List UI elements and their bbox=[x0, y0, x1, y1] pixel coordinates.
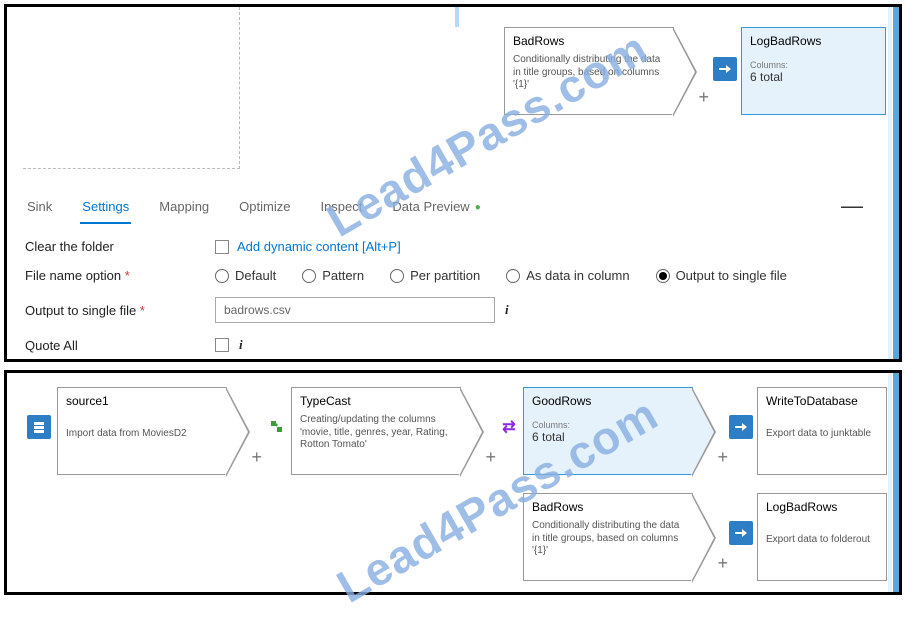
add-step-icon[interactable]: + bbox=[251, 447, 262, 468]
radio-label: As data in column bbox=[526, 268, 629, 283]
dataflow-canvas-top[interactable]: BadRows Conditionally distributing the d… bbox=[7, 7, 899, 187]
node-desc: Import data from MoviesD2 bbox=[58, 410, 226, 445]
node-logbadrows[interactable]: LogBadRows Columns: 6 total bbox=[741, 27, 886, 115]
settings-panel: Clear the folder Add dynamic content [Al… bbox=[7, 224, 899, 370]
columns-label: Columns: bbox=[742, 50, 885, 70]
quote-all-checkbox[interactable] bbox=[215, 338, 229, 352]
derived-column-icon bbox=[265, 415, 289, 439]
add-step-icon[interactable]: + bbox=[485, 447, 496, 468]
collapse-icon[interactable]: — bbox=[841, 193, 863, 224]
node-desc: Export data to junktable bbox=[758, 410, 886, 445]
node-title: WriteToDatabase bbox=[758, 388, 886, 410]
node-logbadrows[interactable]: LogBadRows Export data to folderout bbox=[757, 493, 887, 581]
dataflow-canvas-bottom[interactable]: source1 Import data from MoviesD2 + Type… bbox=[7, 373, 899, 592]
node-badrows[interactable]: BadRows Conditionally distributing the d… bbox=[523, 493, 693, 581]
tab-settings[interactable]: Settings bbox=[80, 193, 131, 224]
radio-label: Output to single file bbox=[676, 268, 787, 283]
add-step-icon[interactable]: + bbox=[717, 553, 728, 574]
radio-pattern[interactable]: Pattern bbox=[302, 268, 364, 283]
node-title: LogBadRows bbox=[758, 494, 886, 516]
info-icon[interactable]: i bbox=[239, 337, 243, 353]
output-single-file-label: Output to single file bbox=[25, 303, 215, 318]
conditional-split-icon: ⇄ bbox=[497, 415, 521, 439]
node-title: BadRows bbox=[524, 494, 692, 516]
node-title: LogBadRows bbox=[742, 28, 885, 50]
node-desc: Creating/updating the columns 'movie, ti… bbox=[292, 410, 460, 456]
node-desc: Conditionally distributing the data in t… bbox=[505, 50, 673, 96]
tab-data-preview[interactable]: Data Preview bbox=[390, 193, 482, 224]
file-name-option-label: File name option bbox=[25, 268, 215, 283]
sink-icon bbox=[729, 521, 753, 545]
status-dot-icon bbox=[470, 199, 481, 214]
add-dynamic-content-link[interactable]: Add dynamic content [Alt+P] bbox=[237, 239, 401, 254]
placeholder-box bbox=[23, 7, 240, 169]
node-goodrows[interactable]: GoodRows Columns: 6 total + bbox=[523, 387, 693, 475]
sink-config-tabs: Sink Settings Mapping Optimize Inspect D… bbox=[7, 187, 899, 224]
radio-as-data-in-column[interactable]: As data in column bbox=[506, 268, 629, 283]
output-single-file-input[interactable] bbox=[215, 297, 495, 323]
clear-folder-label: Clear the folder bbox=[25, 239, 215, 254]
sink-icon bbox=[729, 415, 753, 439]
radio-per-partition[interactable]: Per partition bbox=[390, 268, 480, 283]
quote-all-label: Quote All bbox=[25, 338, 215, 353]
columns-label: Columns: bbox=[524, 410, 692, 430]
info-icon[interactable]: i bbox=[505, 302, 509, 318]
node-writetodatabase[interactable]: WriteToDatabase Export data to junktable bbox=[757, 387, 887, 475]
radio-output-to-single-file[interactable]: Output to single file bbox=[656, 268, 787, 283]
node-title: GoodRows bbox=[524, 388, 692, 410]
sink-icon bbox=[713, 57, 737, 81]
node-title: source1 bbox=[58, 388, 226, 410]
columns-value: 6 total bbox=[742, 70, 885, 84]
tab-label: Data Preview bbox=[392, 199, 469, 214]
tab-optimize[interactable]: Optimize bbox=[237, 193, 292, 224]
connector-line bbox=[455, 7, 459, 27]
tab-inspect[interactable]: Inspect bbox=[318, 193, 364, 224]
node-desc: Conditionally distributing the data in t… bbox=[524, 516, 692, 562]
node-title: TypeCast bbox=[292, 388, 460, 410]
add-step-icon[interactable]: + bbox=[698, 87, 709, 108]
file-name-option-radios: Default Pattern Per partition As data in… bbox=[215, 268, 787, 283]
radio-label: Default bbox=[235, 268, 276, 283]
radio-label: Pattern bbox=[322, 268, 364, 283]
node-title: BadRows bbox=[505, 28, 673, 50]
clear-folder-checkbox[interactable] bbox=[215, 240, 229, 254]
node-badrows[interactable]: BadRows Conditionally distributing the d… bbox=[504, 27, 674, 115]
node-source1[interactable]: source1 Import data from MoviesD2 + bbox=[57, 387, 227, 475]
tab-sink[interactable]: Sink bbox=[25, 193, 54, 224]
columns-value: 6 total bbox=[524, 430, 692, 444]
source-icon bbox=[27, 415, 51, 439]
radio-default[interactable]: Default bbox=[215, 268, 276, 283]
tab-mapping[interactable]: Mapping bbox=[157, 193, 211, 224]
add-step-icon[interactable]: + bbox=[717, 447, 728, 468]
node-desc: Export data to folderout bbox=[758, 516, 886, 551]
node-typecast[interactable]: TypeCast Creating/updating the columns '… bbox=[291, 387, 461, 475]
radio-label: Per partition bbox=[410, 268, 480, 283]
